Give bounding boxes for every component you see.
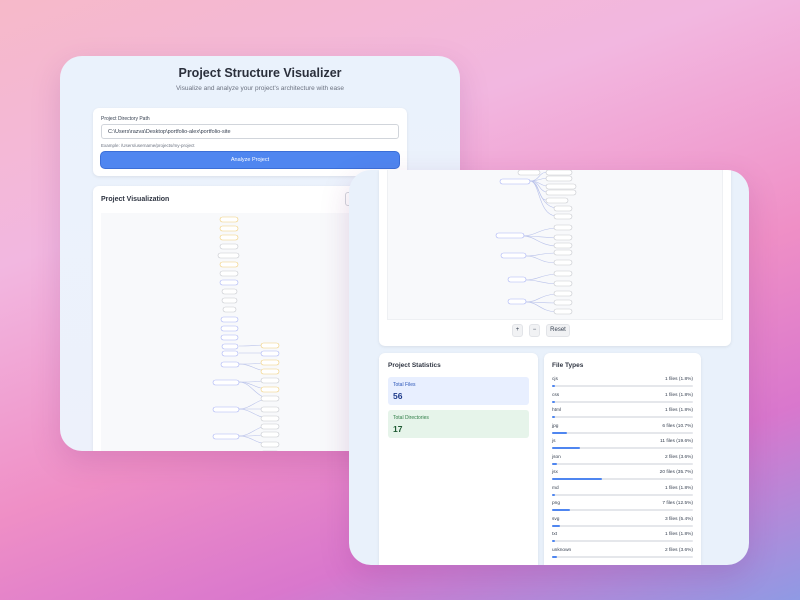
file-type-progress-track bbox=[552, 447, 693, 449]
file-type-row: unknown 2 files (3.6%) bbox=[552, 548, 693, 562]
file-type-count: 3 files (5.4%) bbox=[665, 516, 693, 522]
file-type-count: 1 files (1.8%) bbox=[665, 408, 693, 413]
file-type-count: 11 files (19.6%) bbox=[660, 439, 693, 444]
file-type-row: txt 1 files (1.8%) bbox=[552, 532, 693, 546]
file-type-progress-track bbox=[552, 540, 693, 542]
file-type-progress-track bbox=[552, 385, 693, 387]
analyze-project-button[interactable]: Analyze Project bbox=[101, 152, 399, 168]
file-type-extension: css bbox=[552, 392, 560, 398]
file-type-count: 2 files (3.6%) bbox=[665, 454, 693, 460]
file-types-title: File Types bbox=[552, 362, 584, 369]
analyzer-window-front: + − Reset Project Statistics Total Files… bbox=[349, 170, 749, 565]
file-type-progress-track bbox=[552, 493, 693, 496]
file-type-count: 7 files (12.5%) bbox=[662, 501, 693, 506]
reset-view-button[interactable]: Reset bbox=[546, 324, 570, 337]
total-directories-value: 17 bbox=[393, 424, 403, 434]
file-type-row: jpg 6 files (10.7%) bbox=[552, 424, 693, 438]
total-files-stat: Total Files 56 bbox=[388, 377, 529, 405]
file-type-count: 1 files (1.8%) bbox=[665, 485, 693, 491]
zoom-out-button[interactable]: − bbox=[529, 324, 540, 337]
file-type-row: js 11 files (19.6%) bbox=[552, 439, 693, 453]
total-directories-label: Total Directories bbox=[393, 415, 429, 421]
file-type-progress-track bbox=[552, 431, 693, 434]
file-types-card: File Types cjs 1 files (1.8%) css 1 files (… bbox=[544, 353, 701, 565]
file-type-progress-track bbox=[552, 416, 693, 418]
file-type-count: 20 files (35.7%) bbox=[659, 470, 693, 475]
file-type-progress-fill bbox=[552, 493, 555, 496]
directory-path-hint: Example: /Users/username/projects/my-pro… bbox=[101, 143, 195, 148]
file-type-count: 2 files (3.6%) bbox=[665, 547, 693, 553]
project-visualization-card-front: + − Reset bbox=[379, 170, 731, 346]
file-type-extension: jpg bbox=[552, 423, 559, 429]
file-type-progress-fill bbox=[552, 400, 555, 403]
visualization-canvas-front[interactable] bbox=[387, 170, 723, 320]
file-type-progress-fill bbox=[552, 540, 555, 542]
file-type-row: cjs 1 files (1.8%) bbox=[552, 377, 693, 391]
total-files-value: 56 bbox=[393, 391, 403, 401]
file-type-progress-fill bbox=[552, 447, 580, 449]
file-type-progress-fill bbox=[552, 385, 555, 387]
file-type-count: 1 files (1.8%) bbox=[665, 532, 693, 537]
statistics-title: Project Statistics bbox=[388, 362, 441, 369]
file-type-row: css 1 files (1.8%) bbox=[552, 393, 693, 407]
file-type-extension: png bbox=[552, 501, 561, 506]
file-type-extension: cjs bbox=[552, 377, 558, 382]
directory-input-card: Project Directory Path Example: /Users/u… bbox=[93, 108, 407, 176]
file-type-progress-track bbox=[552, 524, 693, 527]
file-type-progress-track bbox=[552, 478, 693, 480]
file-type-progress-fill bbox=[552, 555, 558, 558]
file-type-extension: svg bbox=[552, 516, 560, 522]
file-type-progress-track bbox=[552, 555, 693, 558]
file-type-count: 6 files (10.7%) bbox=[662, 423, 693, 429]
file-type-extension: unknown bbox=[552, 547, 572, 553]
file-type-extension: json bbox=[552, 454, 561, 460]
total-directories-stat: Total Directories 17 bbox=[388, 410, 529, 438]
file-type-progress-fill bbox=[552, 416, 555, 418]
page-subtitle: Visualize and analyze your project's arc… bbox=[175, 85, 345, 92]
file-type-extension: md bbox=[552, 485, 559, 491]
directory-path-label: Project Directory Path bbox=[101, 116, 150, 122]
file-type-extension: txt bbox=[552, 532, 558, 537]
page-title: Project Structure Visualizer bbox=[178, 66, 342, 80]
file-type-extension: jsx bbox=[552, 470, 558, 475]
file-type-progress-track bbox=[552, 400, 693, 403]
file-type-row: html 1 files (1.8%) bbox=[552, 408, 693, 422]
file-type-row: md 1 files (1.8%) bbox=[552, 486, 693, 500]
file-type-extension: js bbox=[552, 439, 556, 444]
file-type-progress-track bbox=[552, 462, 693, 465]
file-type-row: jsx 20 files (35.7%) bbox=[552, 470, 693, 484]
file-type-count: 1 files (1.8%) bbox=[665, 392, 693, 398]
file-type-count: 1 files (1.8%) bbox=[665, 377, 693, 382]
file-type-progress-fill bbox=[552, 478, 603, 480]
file-type-row: svg 3 files (5.4%) bbox=[552, 517, 693, 531]
file-type-progress-fill bbox=[552, 509, 570, 511]
tree-graph-front bbox=[495, 170, 577, 315]
project-statistics-card: Project Statistics Total Files 56 Total … bbox=[379, 353, 538, 565]
file-type-extension: html bbox=[552, 408, 562, 413]
file-type-progress-fill bbox=[552, 524, 560, 527]
file-type-progress-track bbox=[552, 509, 693, 511]
file-type-progress-fill bbox=[552, 462, 558, 465]
directory-path-input[interactable] bbox=[101, 124, 399, 139]
file-type-row: png 7 files (12.5%) bbox=[552, 501, 693, 515]
file-type-progress-fill bbox=[552, 431, 568, 434]
file-type-row: json 2 files (3.6%) bbox=[552, 455, 693, 469]
zoom-in-button[interactable]: + bbox=[512, 324, 523, 337]
total-files-label: Total Files bbox=[393, 382, 416, 388]
visualization-title: Project Visualization bbox=[101, 196, 170, 203]
